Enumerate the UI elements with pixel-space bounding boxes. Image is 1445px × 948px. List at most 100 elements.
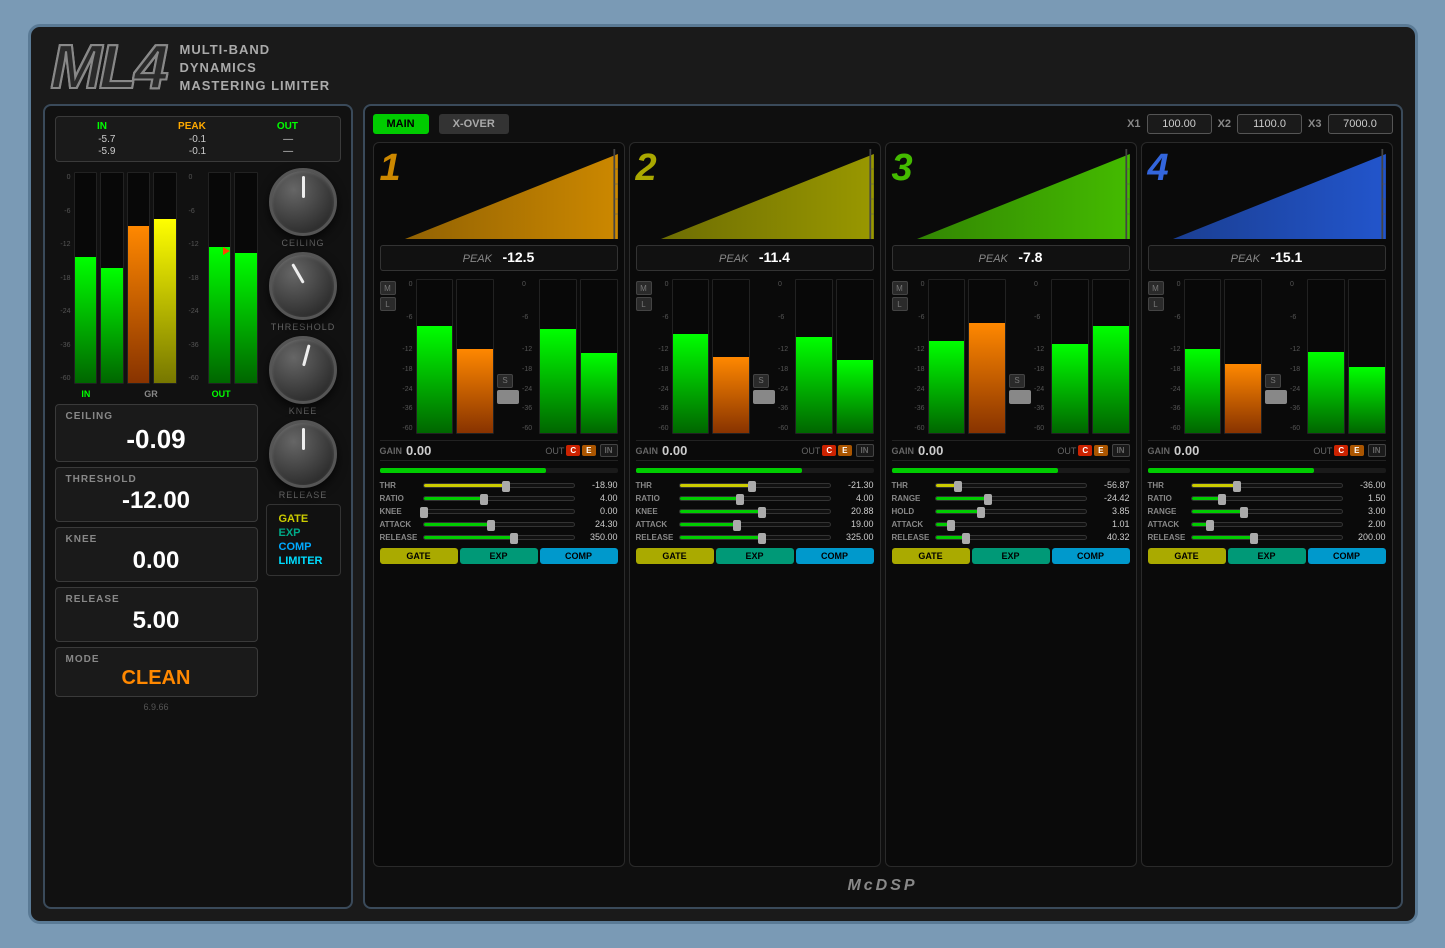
in-btn-2[interactable]: IN <box>856 444 874 457</box>
l-btn-4[interactable]: L <box>1148 297 1164 311</box>
thr-global-slider-2[interactable] <box>636 468 874 473</box>
meter-out-r <box>234 172 258 384</box>
c-btn-4[interactable]: C <box>1334 445 1348 456</box>
slider-row-attack[interactable]: ATTACK 1.01 <box>892 519 1130 529</box>
vu-peak-row1: -0.1 <box>182 134 212 145</box>
slider-row-ratio[interactable]: RATIO 4.00 <box>380 493 618 503</box>
xover-group: X1 100.00 X2 1100.0 X3 7000.0 <box>1127 114 1392 134</box>
exp-btn-1[interactable]: EXP <box>460 548 538 564</box>
e-btn-3[interactable]: E <box>1094 445 1107 456</box>
x3-value[interactable]: 7000.0 <box>1328 114 1393 134</box>
meter-out-label: OUT <box>212 389 231 399</box>
s-toggle-3[interactable] <box>1009 390 1031 404</box>
x2-value[interactable]: 1100.0 <box>1237 114 1302 134</box>
slider-row-knee[interactable]: KNEE 0.00 <box>380 506 618 516</box>
gate-btn-4[interactable]: GATE <box>1148 548 1226 564</box>
knobs-column: CEILING THRESHOLD KNEE RELEASE <box>266 168 341 897</box>
e-btn-4[interactable]: E <box>1350 445 1363 456</box>
in-btn-3[interactable]: IN <box>1112 444 1130 457</box>
meter-in-label: IN <box>81 389 90 399</box>
slider-row-attack[interactable]: ATTACK 24.30 <box>380 519 618 529</box>
s-btn-1[interactable]: S <box>497 374 513 388</box>
comp-btn-2[interactable]: COMP <box>796 548 874 564</box>
fader-area-3: M L 0 -6 -12 -18 -24 -36 -60 <box>892 279 1130 434</box>
tab-xover[interactable]: X-OVER <box>439 114 509 134</box>
slider-row-ratio[interactable]: RATIO 1.50 <box>1148 493 1386 503</box>
c-btn-1[interactable]: C <box>566 445 580 456</box>
c-btn-3[interactable]: C <box>1078 445 1092 456</box>
slider-row-thr[interactable]: THR -21.30 <box>636 480 874 490</box>
gate-btn-1[interactable]: GATE <box>380 548 458 564</box>
m-btn-3[interactable]: M <box>892 281 908 295</box>
band-number-1: 1 <box>380 149 401 187</box>
s-toggle-2[interactable] <box>753 390 775 404</box>
e-btn-2[interactable]: E <box>838 445 851 456</box>
gate-btn-3[interactable]: GATE <box>892 548 970 564</box>
slider-row-thr[interactable]: THR -56.87 <box>892 480 1130 490</box>
gate-btn-2[interactable]: GATE <box>636 548 714 564</box>
comp-btn-1[interactable]: COMP <box>540 548 618 564</box>
slider-row-thr[interactable]: THR -36.00 <box>1148 480 1386 490</box>
slider-row-attack[interactable]: ATTACK 19.00 <box>636 519 874 529</box>
comp-btn-3[interactable]: COMP <box>1052 548 1130 564</box>
band-meter4-3 <box>1092 279 1130 434</box>
slider-row-range[interactable]: RANGE -24.42 <box>892 493 1130 503</box>
band-3: 3 24 18 12 6 PEAK -7.8 <box>885 142 1137 867</box>
mode-title: MODE <box>66 654 247 665</box>
m-btn-1[interactable]: M <box>380 281 396 295</box>
slider-row-release[interactable]: RELEASE 200.00 <box>1148 532 1386 542</box>
slider-row-attack[interactable]: ATTACK 2.00 <box>1148 519 1386 529</box>
in-btn-1[interactable]: IN <box>600 444 618 457</box>
slider-row-release[interactable]: RELEASE 325.00 <box>636 532 874 542</box>
l-btn-2[interactable]: L <box>636 297 652 311</box>
l-btn-3[interactable]: L <box>892 297 908 311</box>
thr-global-slider-4[interactable] <box>1148 468 1386 473</box>
exp-btn-2[interactable]: EXP <box>716 548 794 564</box>
c-btn-2[interactable]: C <box>822 445 836 456</box>
band-header-2: 2 24 18 12 6 <box>636 149 874 239</box>
bottom-btns-3: GATE EXP COMP <box>892 548 1130 564</box>
release-knob[interactable] <box>269 420 337 488</box>
ceiling-knob[interactable] <box>269 168 337 236</box>
knee-value: 0.00 <box>66 547 247 575</box>
slider-row-knee[interactable]: KNEE 20.88 <box>636 506 874 516</box>
exp-btn-3[interactable]: EXP <box>972 548 1050 564</box>
s-toggle-4[interactable] <box>1265 390 1287 404</box>
exp-btn-4[interactable]: EXP <box>1228 548 1306 564</box>
bands-container: 1 24 18 12 6 PEAK -12.5 <box>373 142 1393 867</box>
thr-global-slider-1[interactable] <box>380 468 618 473</box>
tab-main[interactable]: MAIN <box>373 114 429 134</box>
vu-out-row2: — <box>273 146 303 157</box>
band-meter2-4 <box>1224 279 1262 434</box>
s-toggle-1[interactable] <box>497 390 519 404</box>
band-meter3-3 <box>1051 279 1089 434</box>
right-panel: MAIN X-OVER X1 100.00 X2 1100.0 X3 7000.… <box>363 104 1403 909</box>
slider-row-hold[interactable]: HOLD 3.85 <box>892 506 1130 516</box>
meter-out-l <box>208 172 232 384</box>
slider-row-release[interactable]: RELEASE 40.32 <box>892 532 1130 542</box>
comp-btn-4[interactable]: COMP <box>1308 548 1386 564</box>
mcdsp-logo: McDSP <box>373 873 1393 899</box>
band-meter2-1 <box>456 279 494 434</box>
s-btn-4[interactable]: S <box>1265 374 1281 388</box>
slider-row-thr[interactable]: THR -18.90 <box>380 480 618 490</box>
bottom-btns-4: GATE EXP COMP <box>1148 548 1386 564</box>
m-btn-4[interactable]: M <box>1148 281 1164 295</box>
e-btn-1[interactable]: E <box>582 445 595 456</box>
thr-global-slider-3[interactable] <box>892 468 1130 473</box>
s-btn-2[interactable]: S <box>753 374 769 388</box>
in-btn-4[interactable]: IN <box>1368 444 1386 457</box>
s-btn-3[interactable]: S <box>1009 374 1025 388</box>
slider-row-release[interactable]: RELEASE 350.00 <box>380 532 618 542</box>
l-btn-1[interactable]: L <box>380 297 396 311</box>
x1-value[interactable]: 100.00 <box>1147 114 1212 134</box>
band-2: 2 24 18 12 6 PEAK -11.4 <box>629 142 881 867</box>
release-knob-group: RELEASE <box>269 420 337 500</box>
slider-row-ratio[interactable]: RATIO 4.00 <box>636 493 874 503</box>
knee-knob-group: KNEE <box>269 336 337 416</box>
threshold-knob[interactable] <box>269 252 337 320</box>
slider-row-range[interactable]: RANGE 3.00 <box>1148 506 1386 516</box>
version-text: 6.9.66 <box>55 702 258 712</box>
knee-knob[interactable] <box>269 336 337 404</box>
m-btn-2[interactable]: M <box>636 281 652 295</box>
